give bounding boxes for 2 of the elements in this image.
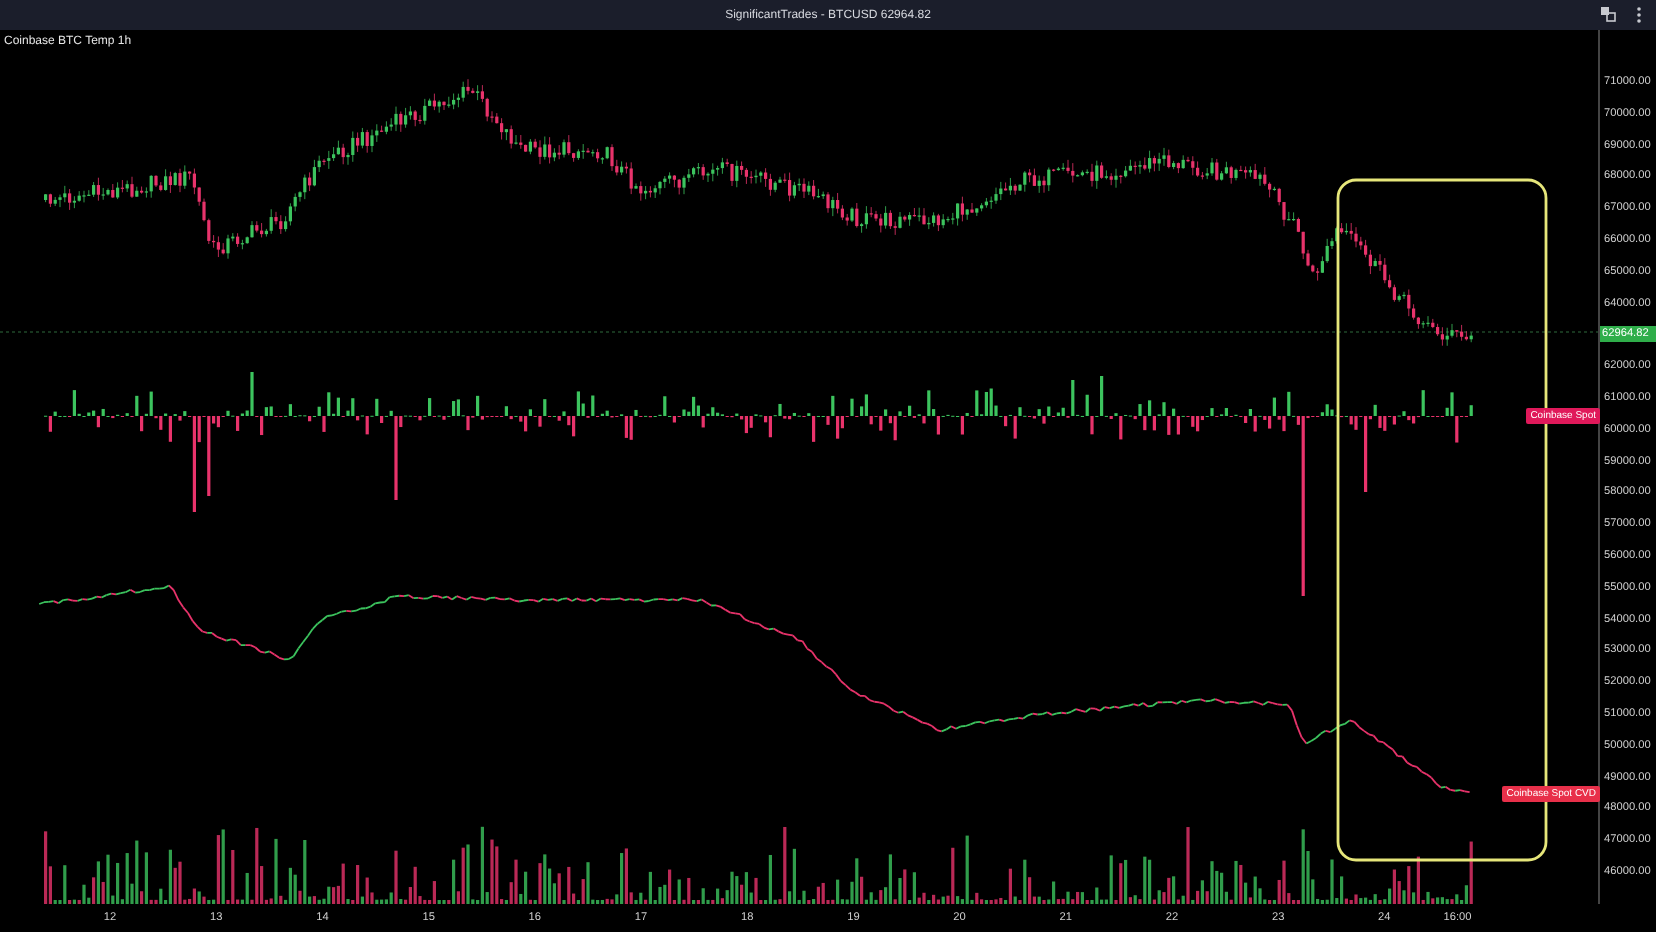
menu-icon[interactable]	[1636, 6, 1642, 24]
translate-icon[interactable]	[1600, 6, 1616, 22]
